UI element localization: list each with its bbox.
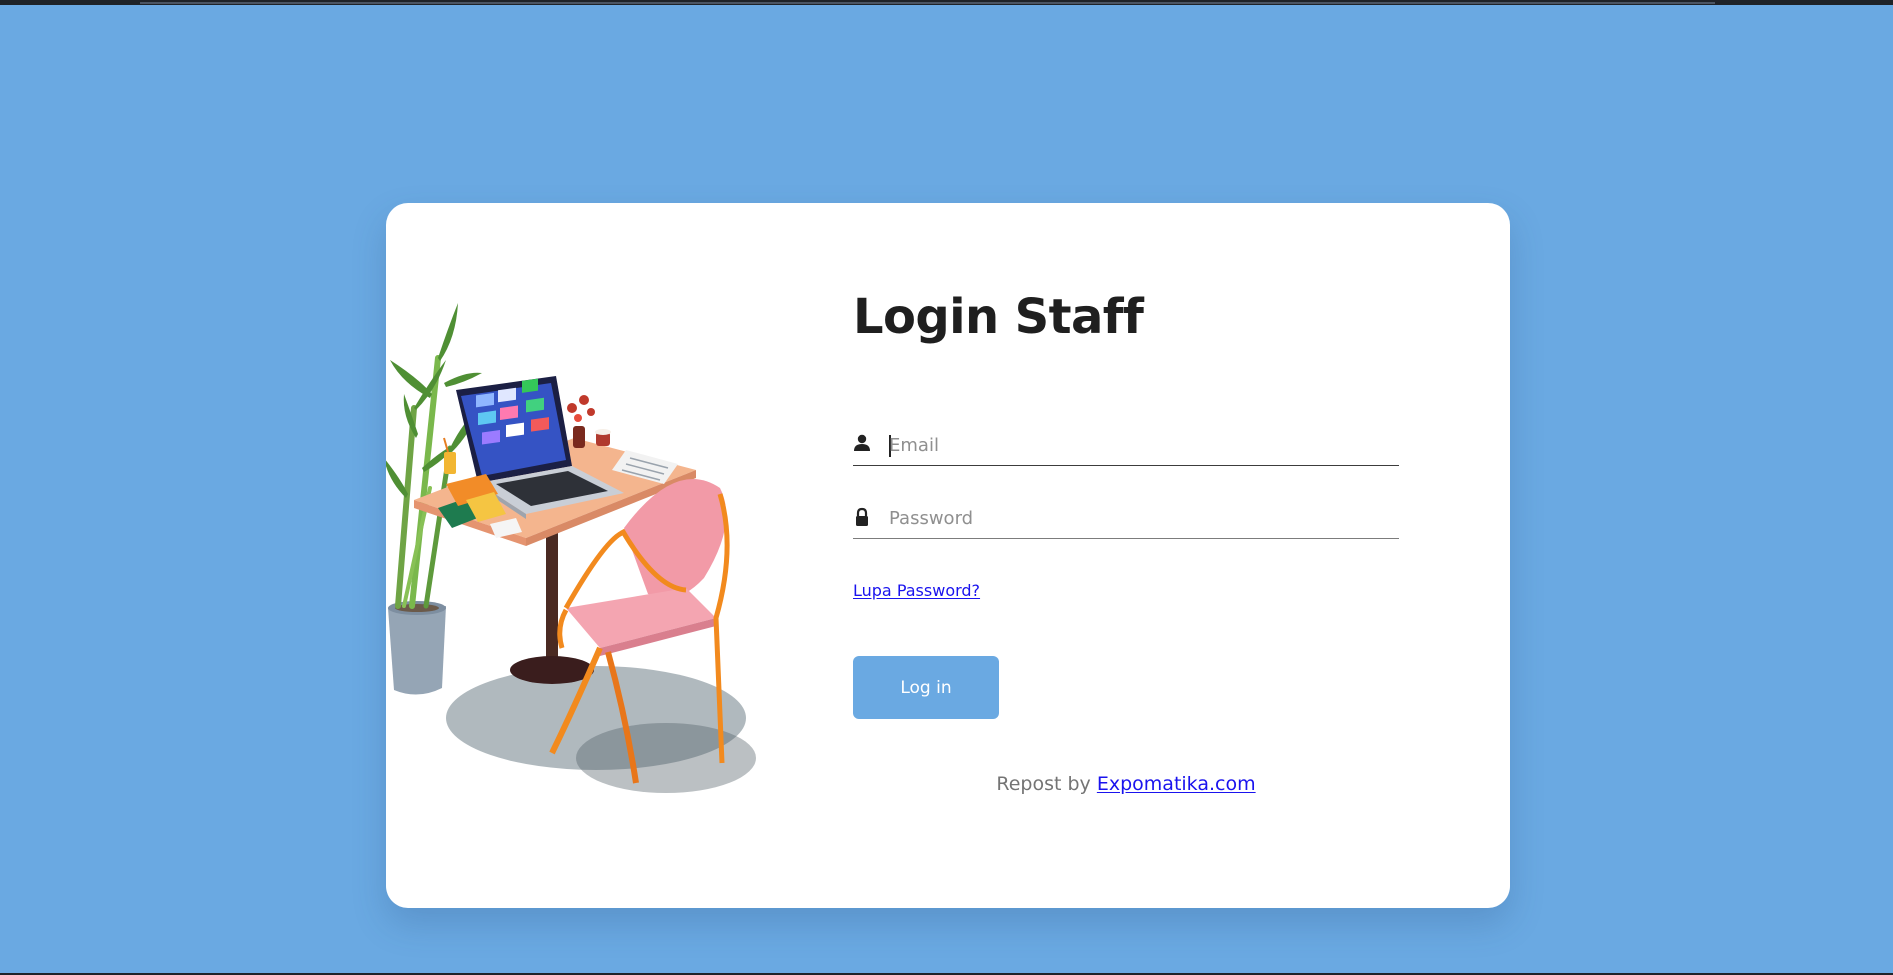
pencil-cup	[444, 452, 456, 474]
user-icon	[854, 434, 870, 451]
browser-top-strip	[0, 0, 1893, 5]
table-base	[510, 656, 594, 684]
cup-rim	[595, 429, 611, 435]
password-field[interactable]	[853, 500, 1399, 539]
flowers	[567, 395, 595, 422]
login-card: Login Staff Lupa Password? Log in Repost…	[386, 203, 1510, 908]
forgot-password-link[interactable]: Lupa Password?	[853, 581, 980, 600]
login-button[interactable]: Log in	[853, 656, 999, 719]
email-input[interactable]	[889, 427, 1389, 463]
email-field[interactable]	[853, 427, 1399, 466]
repost-credit: Repost by Expomatika.com	[853, 773, 1399, 795]
chair-arm	[563, 529, 626, 610]
lock-icon	[856, 507, 868, 526]
floor-shadow-secondary	[576, 723, 756, 793]
desk-illustration	[386, 303, 756, 793]
expomatika-link[interactable]: Expomatika.com	[1097, 773, 1256, 795]
flower-vase	[573, 426, 585, 448]
browser-top-strip-line	[140, 2, 1715, 4]
plant-pot	[388, 606, 446, 695]
chair-leg-back	[557, 608, 569, 649]
password-input[interactable]	[889, 500, 1389, 536]
page-title: Login Staff	[853, 289, 1144, 345]
plant-pot-soil	[395, 604, 439, 612]
table-leg	[546, 533, 558, 663]
login-form: Login Staff Lupa Password? Log in Repost…	[853, 203, 1453, 908]
repost-text: Repost by	[996, 773, 1097, 795]
